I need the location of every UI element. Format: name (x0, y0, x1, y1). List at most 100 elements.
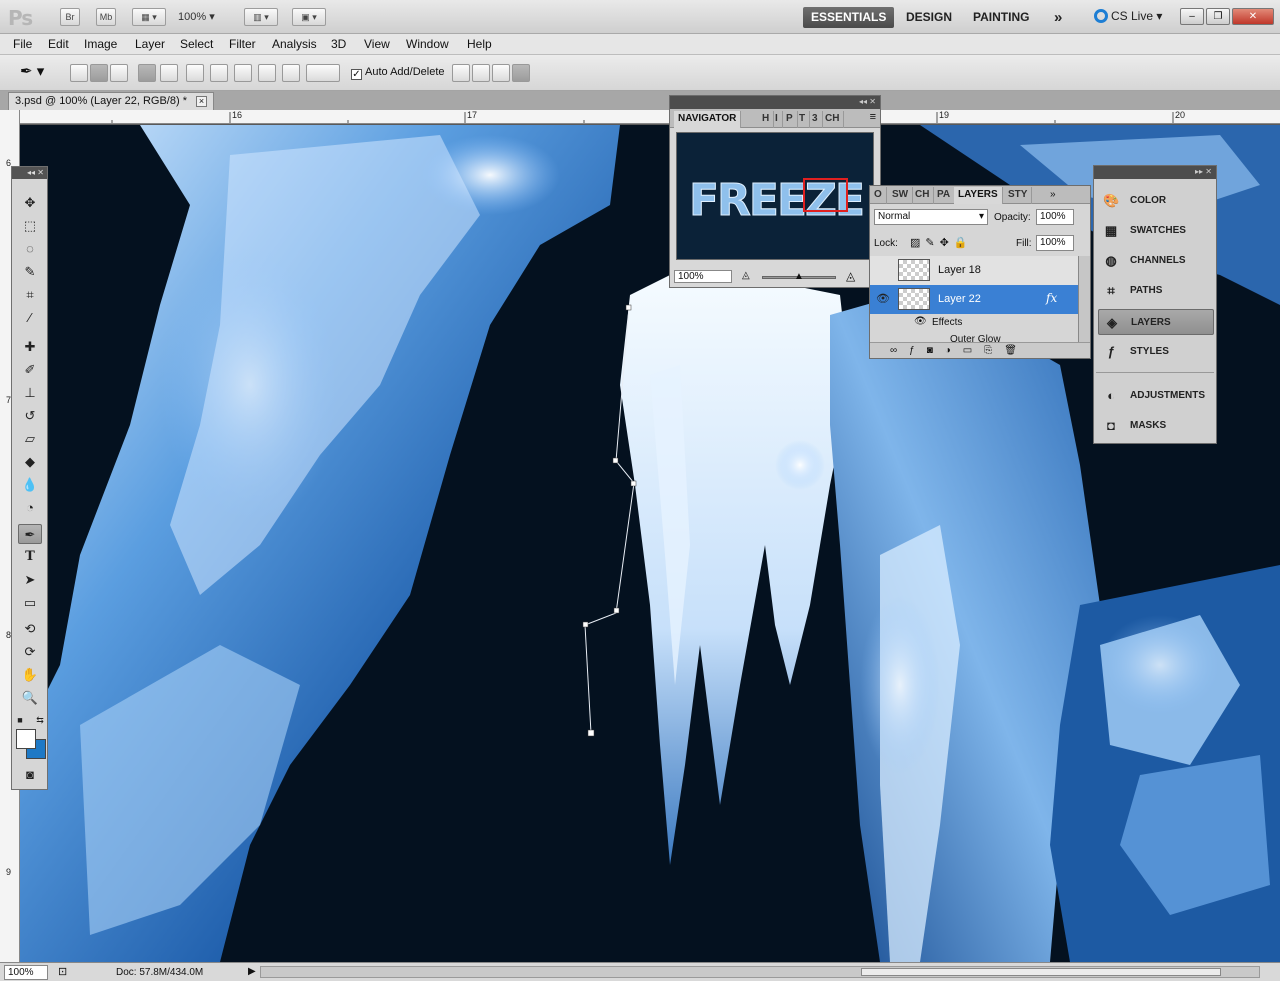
tab-paths[interactable]: PA (933, 187, 956, 204)
tools-panel-header[interactable]: ◂◂ ✕ (12, 167, 47, 179)
menu-image[interactable]: Image (84, 37, 117, 51)
line-shape-icon[interactable] (282, 64, 300, 82)
mini-bridge-button[interactable]: Mb (96, 8, 116, 26)
bridge-button[interactable]: Br (60, 8, 80, 26)
menu-select[interactable]: Select (180, 37, 213, 51)
path-intersect-icon[interactable] (492, 64, 510, 82)
3d-orbit-tool-icon[interactable]: ⟳ (18, 642, 42, 662)
status-info-icon[interactable]: ⊡ (58, 965, 67, 978)
menu-layer[interactable]: Layer (135, 37, 165, 51)
custom-shape-icon[interactable] (306, 64, 340, 82)
eyedropper-tool-icon[interactable]: ⁄ (18, 308, 42, 328)
view-extras-icon[interactable]: ▦ ▾ (132, 8, 166, 26)
dock-header[interactable]: ▸▸ ✕ (1094, 166, 1216, 179)
history-brush-tool-icon[interactable]: ↺ (18, 406, 42, 426)
tab-swatches[interactable]: SW (888, 187, 914, 204)
swap-colors-icon[interactable]: ⇆ (34, 710, 46, 730)
arrange-documents-icon[interactable]: ▥ ▾ (244, 8, 278, 26)
quick-selection-tool-icon[interactable]: ✎ (18, 262, 42, 282)
zoom-tool-icon[interactable]: 🔍 (18, 688, 42, 708)
tab-styles[interactable]: STY (1004, 187, 1033, 204)
tab-channels[interactable]: CH (911, 187, 935, 204)
document-tab[interactable]: 3.psd @ 100% (Layer 22, RGB/8) * × (8, 92, 215, 110)
brush-tool-icon[interactable]: ✐ (18, 360, 42, 380)
layer-visibility-eye-icon[interactable]: 👁 (876, 292, 890, 305)
dock-adjustments[interactable]: ◐ ADJUSTMENTS (1098, 383, 1214, 409)
effect-row[interactable]: Outer Glow (870, 332, 1078, 342)
paint-bucket-tool-icon[interactable]: ◆ (18, 452, 42, 472)
dock-color[interactable]: 🎨 COLOR (1098, 188, 1214, 214)
status-menu-arrow-icon[interactable]: ▶ (248, 966, 256, 977)
dock-masks[interactable]: ◘ MASKS (1098, 413, 1214, 439)
quick-mask-icon[interactable]: ◙ (18, 765, 42, 785)
move-tool-icon[interactable]: ✥ (18, 193, 42, 213)
navigator-zoom-field[interactable]: 100% (674, 270, 732, 283)
layers-footer-icons[interactable]: ∞ƒ◙◑▭⎘🗑 (870, 342, 1090, 358)
layer-row-selected[interactable]: 👁 Layer 22 fx (870, 285, 1078, 314)
tab-character[interactable]: CH (821, 111, 845, 128)
default-colors-icon[interactable]: ■ (14, 710, 26, 730)
effects-row[interactable]: 👁 Effects (870, 314, 1078, 332)
healing-brush-tool-icon[interactable]: ✚ (18, 337, 42, 357)
cs-live-menu[interactable]: CS Live ▾ (1094, 9, 1162, 23)
rounded-rectangle-icon[interactable] (210, 64, 228, 82)
effects-eye-icon[interactable]: 👁 (914, 316, 927, 327)
lasso-tool-icon[interactable]: ◌ (18, 239, 42, 259)
navigator-menu-icon[interactable]: ≡ (870, 111, 876, 123)
pen-tool-icon[interactable] (138, 64, 156, 82)
menu-filter[interactable]: Filter (229, 37, 256, 51)
path-subtract-icon[interactable] (472, 64, 490, 82)
path-selection-tool-icon[interactable]: ➤ (18, 570, 42, 590)
rectangle-shape-icon[interactable] (186, 64, 204, 82)
minimize-window-icon[interactable]: – (1180, 8, 1204, 25)
blur-tool-icon[interactable]: 💧 (18, 475, 42, 495)
layer-fx-icon[interactable]: fx (1046, 291, 1057, 305)
menu-window[interactable]: Window (406, 37, 449, 51)
menu-help[interactable]: Help (467, 37, 492, 51)
foreground-color-swatch[interactable] (16, 729, 36, 749)
shape-layers-icon[interactable] (70, 64, 88, 82)
tab-navigator[interactable]: NAVIGATOR (674, 111, 742, 128)
lock-icons[interactable]: ▨✎✥🔒 (910, 236, 973, 249)
zoom-out-icon[interactable]: ◬ (742, 270, 750, 281)
clone-stamp-tool-icon[interactable]: ⊥ (18, 383, 42, 403)
screen-mode-icon[interactable]: ▣ ▾ (292, 8, 326, 26)
horizontal-scrollbar[interactable] (260, 966, 1260, 978)
navigator-thumbnail[interactable]: FREEZE (676, 132, 874, 260)
opacity-field[interactable]: 100% (1036, 209, 1074, 225)
document-size-info[interactable]: Doc: 57.8M/434.0M (116, 967, 203, 978)
path-add-icon[interactable] (452, 64, 470, 82)
auto-add-delete-option[interactable]: ✓ Auto Add/Delete (351, 66, 445, 80)
workspace-design[interactable]: DESIGN (898, 7, 960, 28)
restore-window-icon[interactable]: ❐ (1206, 8, 1230, 25)
hand-tool-icon[interactable]: ✋ (18, 665, 42, 685)
pen-tool-preset-icon[interactable]: ✒ ▾ (20, 62, 52, 80)
layers-scrollbar[interactable] (1078, 256, 1090, 342)
path-exclude-icon[interactable] (512, 64, 530, 82)
tab-color[interactable]: O (870, 187, 887, 204)
workspace-more-icon[interactable]: » (1046, 7, 1070, 28)
document-canvas[interactable] (20, 125, 1280, 962)
menu-view[interactable]: View (364, 37, 390, 51)
fill-field[interactable]: 100% (1036, 235, 1074, 251)
dodge-tool-icon[interactable]: ◔ (18, 498, 42, 518)
marquee-tool-icon[interactable]: ⬚ (18, 216, 42, 236)
shape-tool-icon[interactable]: ▭ (18, 593, 42, 613)
menu-file[interactable]: File (13, 37, 32, 51)
ellipse-shape-icon[interactable] (234, 64, 252, 82)
tab-info[interactable]: I (771, 111, 783, 128)
paths-mode-icon[interactable] (90, 64, 108, 82)
menu-3d[interactable]: 3D (331, 37, 346, 51)
zoom-in-icon[interactable]: ◬ (846, 269, 855, 283)
collapse-panel-icon[interactable]: » (1050, 189, 1056, 200)
fill-pixels-icon[interactable] (110, 64, 128, 82)
eraser-tool-icon[interactable]: ▱ (18, 429, 42, 449)
pen-tool-icon[interactable]: ✒ (18, 524, 42, 544)
freeform-pen-icon[interactable] (160, 64, 178, 82)
dock-channels[interactable]: ◍ CHANNELS (1098, 248, 1214, 274)
polygon-shape-icon[interactable] (258, 64, 276, 82)
workspace-essentials[interactable]: ESSENTIALS (803, 7, 895, 28)
dock-swatches[interactable]: ▦ SWATCHES (1098, 218, 1214, 244)
menu-analysis[interactable]: Analysis (272, 37, 317, 51)
zoom-level-select[interactable]: 100% ▾ (178, 8, 234, 26)
